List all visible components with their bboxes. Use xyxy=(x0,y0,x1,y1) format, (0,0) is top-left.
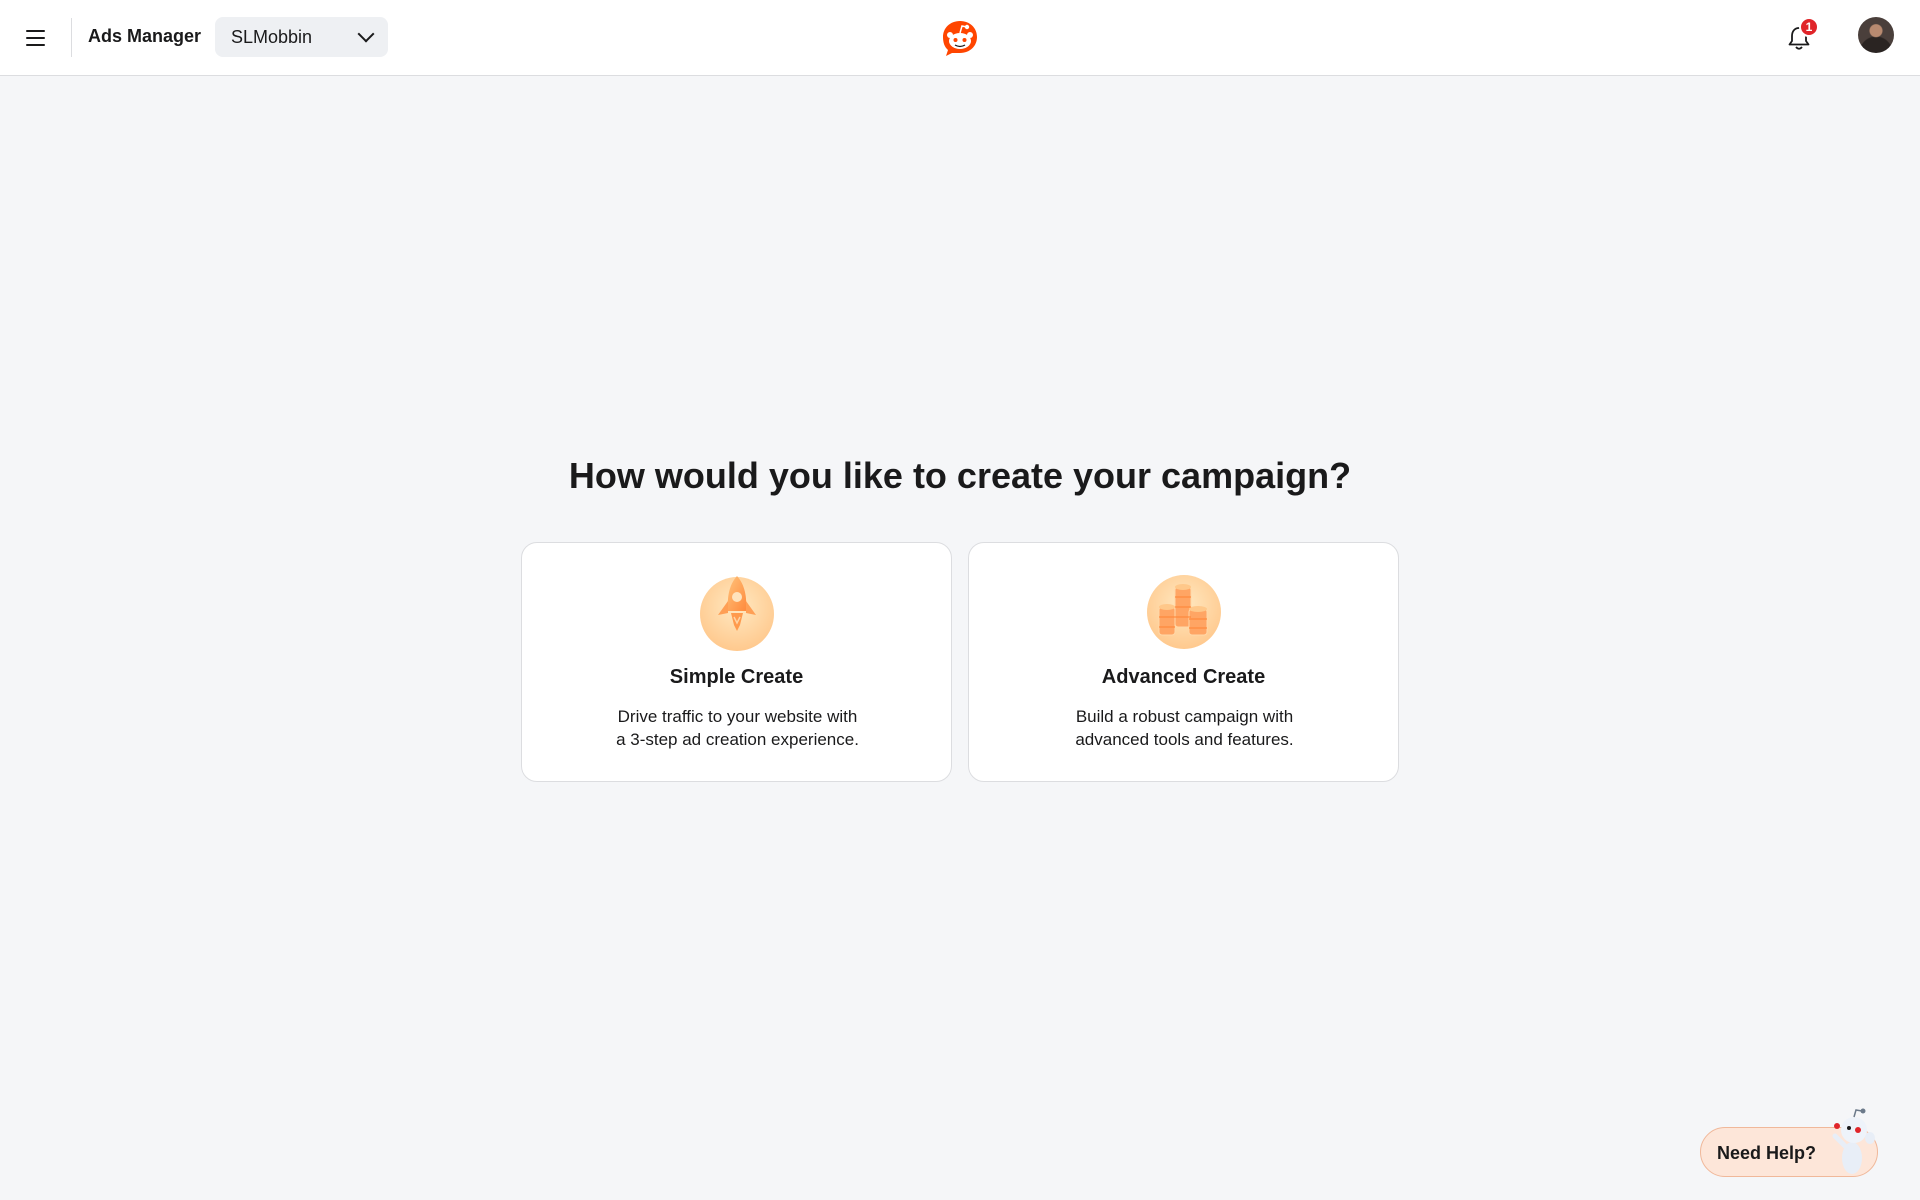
need-help-label: Need Help? xyxy=(1717,1143,1817,1163)
app-title: Ads Manager xyxy=(88,26,202,46)
simple-create-description-line2: a 3-step ad creation experience. xyxy=(616,730,859,749)
simple-create-title: Simple Create xyxy=(669,666,804,688)
rocket-icon xyxy=(700,576,774,651)
simple-create-description-line1: Drive traffic to your website with xyxy=(617,707,858,726)
chevron-down-icon xyxy=(357,25,375,43)
page-heading: How would you like to create your campai… xyxy=(568,455,1352,496)
snoo-mascot-icon xyxy=(1832,1108,1875,1174)
simple-create-card[interactable]: Simple Create Drive traffic to your webs… xyxy=(521,542,952,782)
top-navigation-bar: Ads Manager SLMobbin 1 xyxy=(0,0,1920,76)
advanced-create-title: Advanced Create xyxy=(1101,666,1266,688)
header-divider xyxy=(71,18,72,57)
reddit-logo-icon[interactable] xyxy=(940,18,980,58)
advanced-create-description: Build a robust campaign with advanced to… xyxy=(1029,705,1340,751)
account-selector[interactable]: SLMobbin xyxy=(215,17,388,57)
account-selector-value: SLMobbin xyxy=(231,26,313,47)
advanced-create-card[interactable]: Advanced Create Build a robust campaign … xyxy=(968,542,1399,782)
hamburger-menu-icon[interactable] xyxy=(18,22,52,54)
simple-create-description: Drive traffic to your website with a 3-s… xyxy=(582,705,893,751)
user-avatar[interactable] xyxy=(1858,17,1894,53)
coins-icon xyxy=(1147,575,1221,649)
advanced-create-description-line2: advanced tools and features. xyxy=(1075,730,1294,749)
notification-count-badge: 1 xyxy=(1799,17,1819,37)
need-help-button[interactable]: Need Help? xyxy=(1700,1108,1878,1177)
advanced-create-description-line1: Build a robust campaign with xyxy=(1075,707,1294,726)
